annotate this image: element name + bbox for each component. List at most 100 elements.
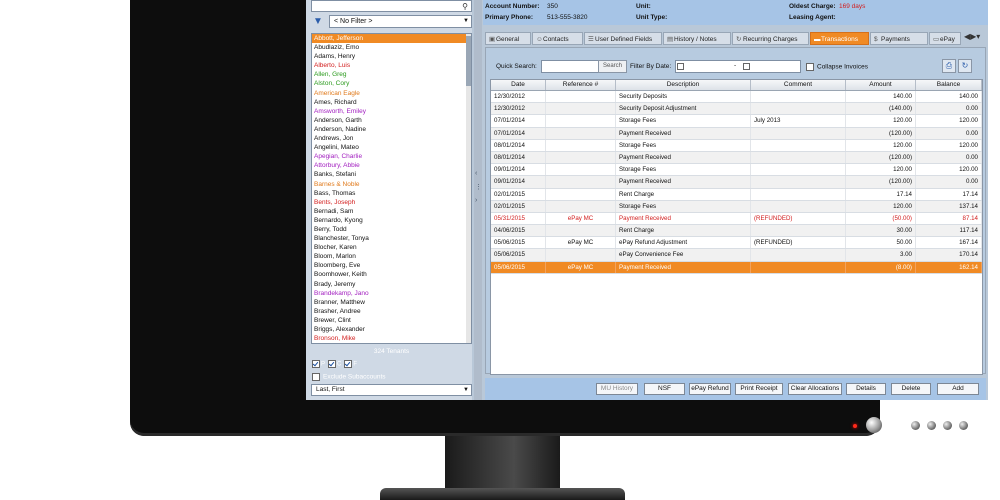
table-row[interactable]: 05/06/2015 ePay Convenience Fee 3.00 170.14 [491,249,982,262]
tenant-list-item[interactable]: Bernadi, Sam [312,207,471,216]
print-icon[interactable]: ⎙ [942,59,956,73]
tenant-search-input[interactable]: ⚲ [311,0,472,12]
tenant-list-item[interactable]: Andrews, Jon [312,134,471,143]
panel-splitter[interactable]: ‹ ⋮ › [474,0,482,400]
tenant-list-item[interactable]: Angelini, Mateo [312,143,471,152]
column-header-description[interactable]: Description [616,80,751,90]
chevron-right-icon[interactable]: › [475,197,477,204]
nsf-button[interactable]: NSF [644,383,685,395]
chevron-left-icon[interactable]: ‹ [475,170,477,177]
power-button[interactable] [866,417,882,433]
filter-dropdown[interactable]: < No Filter > ▼ [329,15,472,28]
sort-dropdown[interactable]: Last, First ▼ [311,384,472,396]
start-date-checkbox[interactable] [677,63,684,70]
tab-transactions[interactable]: ▬Transactions [810,32,869,45]
status-check-f[interactable]: F [344,360,357,368]
tenant-list-item[interactable]: Bents, Joseph [312,198,471,207]
table-row[interactable]: 05/06/2015 ePay MC ePay Refund Adjustment(… [491,237,982,250]
tenant-list-item[interactable]: Abudlaziz, Emo [312,43,471,52]
checkbox-box[interactable] [312,360,320,368]
tenant-list-item[interactable]: Anderson, Nadine [312,125,471,134]
search-icon[interactable]: ⚲ [462,2,468,11]
epay-refund-button[interactable]: ePay Refund [689,383,731,395]
table-row[interactable]: 05/31/2015 ePay MC Payment Received (REFUND… [491,212,982,226]
table-row[interactable]: 02/01/2015 Storage Fees 120.00 137.14 [491,200,982,213]
tenant-list-item[interactable]: Barnes & Noble [312,180,471,189]
status-check-p[interactable]: P [312,360,325,368]
checkbox-box[interactable] [312,373,320,381]
tab-general[interactable]: ▣General [485,32,531,45]
monitor-button-2[interactable] [927,421,936,430]
table-row[interactable]: 08/01/2014 Payment Received (120.00) 0.00 [491,151,982,165]
tenant-list-item[interactable]: Brasher, Andree [312,307,471,316]
tenant-list-item[interactable]: Blanchester, Tonya [312,234,471,243]
column-header-date[interactable]: Date [491,80,546,90]
column-header-comment[interactable]: Comment [751,80,846,90]
tenant-list-item[interactable]: Briggs, Alexander [312,325,471,334]
print-receipt-button[interactable]: Print Receipt [735,383,783,395]
tab-contacts[interactable]: ☺Contacts [532,32,583,45]
clear-allocations-button[interactable]: Clear Allocations [788,383,842,395]
table-row[interactable]: 09/01/2014 Payment Received (120.00) 0.00 [491,176,982,189]
monitor-button-4[interactable] [959,421,968,430]
tenant-list-item[interactable]: Bernardo, Kyong [312,216,471,225]
tenant-list-item[interactable]: Brewer, Clint [312,316,471,325]
exclude-subaccounts-checkbox[interactable]: Exclude Subaccounts [312,373,386,381]
column-header-amount[interactable]: Amount [846,80,916,90]
column-header-reference[interactable]: Reference # [546,80,616,90]
table-row[interactable]: 12/30/2012 Security Deposit Adjustment (14… [491,103,982,116]
table-row[interactable]: 02/01/2015 Rent Charge 17.14 17.14 [491,188,982,201]
tenant-list-item[interactable]: Boomhower, Keith [312,270,471,279]
quick-search-input[interactable] [541,60,599,73]
tenant-list-item[interactable]: Attorbury, Abbie [312,161,471,170]
tenant-list-item[interactable]: American Eagle [312,89,471,98]
table-row[interactable]: 07/01/2014 Payment Received (120.00) 0.00 [491,127,982,140]
refresh-icon[interactable]: ↻ [958,59,972,73]
collapse-invoices-checkbox[interactable]: Collapse Invoices [806,63,868,71]
tab-recurring-charges[interactable]: ↻ Recurring Charges [732,32,809,45]
mu-history-button[interactable]: MU History [596,383,638,395]
tenant-list-item[interactable]: Adams, Henry [312,52,471,61]
table-row[interactable]: 05/06/2015 ePay MC Payment Received (8.00) 1… [491,261,982,274]
table-row[interactable]: 09/01/2014 Storage Fees 120.00 120.00 [491,164,982,177]
tenant-list-item[interactable]: Alston, Cory [312,79,471,88]
tenant-list-item[interactable]: Bloomberg, Eve [312,261,471,270]
tenant-list-item[interactable]: Branner, Matthew [312,298,471,307]
table-row[interactable]: 04/06/2015 Rent Charge 30.00 117.14 [491,225,982,238]
search-button[interactable]: Search [598,60,627,73]
checkbox-box[interactable] [328,360,337,368]
tenant-list-scrollbar[interactable] [466,34,471,343]
tenant-list-item[interactable]: Brady, Jeremy [312,280,471,289]
tenant-list-item[interactable]: Ames, Richard [312,98,471,107]
monitor-button-3[interactable] [943,421,952,430]
tenant-list-item[interactable]: Brandekamp, Jano [312,289,471,298]
tenant-list-item[interactable]: Amsworth, Emiley [312,107,471,116]
tenant-list-item[interactable]: Bass, Thomas [312,189,471,198]
tab-epay[interactable]: ▭ePay [929,32,961,45]
date-range-input[interactable] [675,60,801,73]
tenant-list-item[interactable]: Bloom, Marlon [312,252,471,261]
grip-icon[interactable]: ⋮ [475,183,482,191]
tab-history-notes[interactable]: ▤History / Notes [663,32,731,45]
scrollbar-thumb[interactable] [466,36,471,86]
tenant-list-item[interactable]: Banks, Stefani [312,170,471,179]
filter-icon[interactable]: ▼ [313,15,325,28]
column-header-balance[interactable]: Balance [916,80,982,90]
table-row[interactable]: 07/01/2014 Storage Fees July 2013 120.00 120… [491,115,982,128]
table-row[interactable]: 08/01/2014 Storage Fees 120.00 120.00 [491,139,982,152]
tenant-list-item[interactable]: Blocher, Karen [312,243,471,252]
table-row[interactable]: 12/30/2012 Security Deposits 140.00 140.00 [491,91,982,104]
tenant-list-item[interactable]: Allen, Greg [312,70,471,79]
tenant-list-item[interactable]: Alberto, Luis [312,61,471,70]
status-check-c[interactable]: C [328,360,341,368]
tenant-list-item[interactable]: Bronson, Mike [312,334,471,343]
tab-scroll-arrows[interactable]: ◀▶▾ [964,32,980,41]
tab-payments[interactable]: $ Payments [870,32,928,45]
tenant-list-item[interactable]: Anderson, Garth [312,116,471,125]
end-date-checkbox[interactable] [743,63,750,70]
delete-button[interactable]: Delete [891,383,931,395]
add-button[interactable]: Add [937,383,979,395]
tenant-list-item[interactable]: Berry, Todd [312,225,471,234]
monitor-button-1[interactable] [911,421,920,430]
checkbox-box[interactable] [806,63,814,71]
